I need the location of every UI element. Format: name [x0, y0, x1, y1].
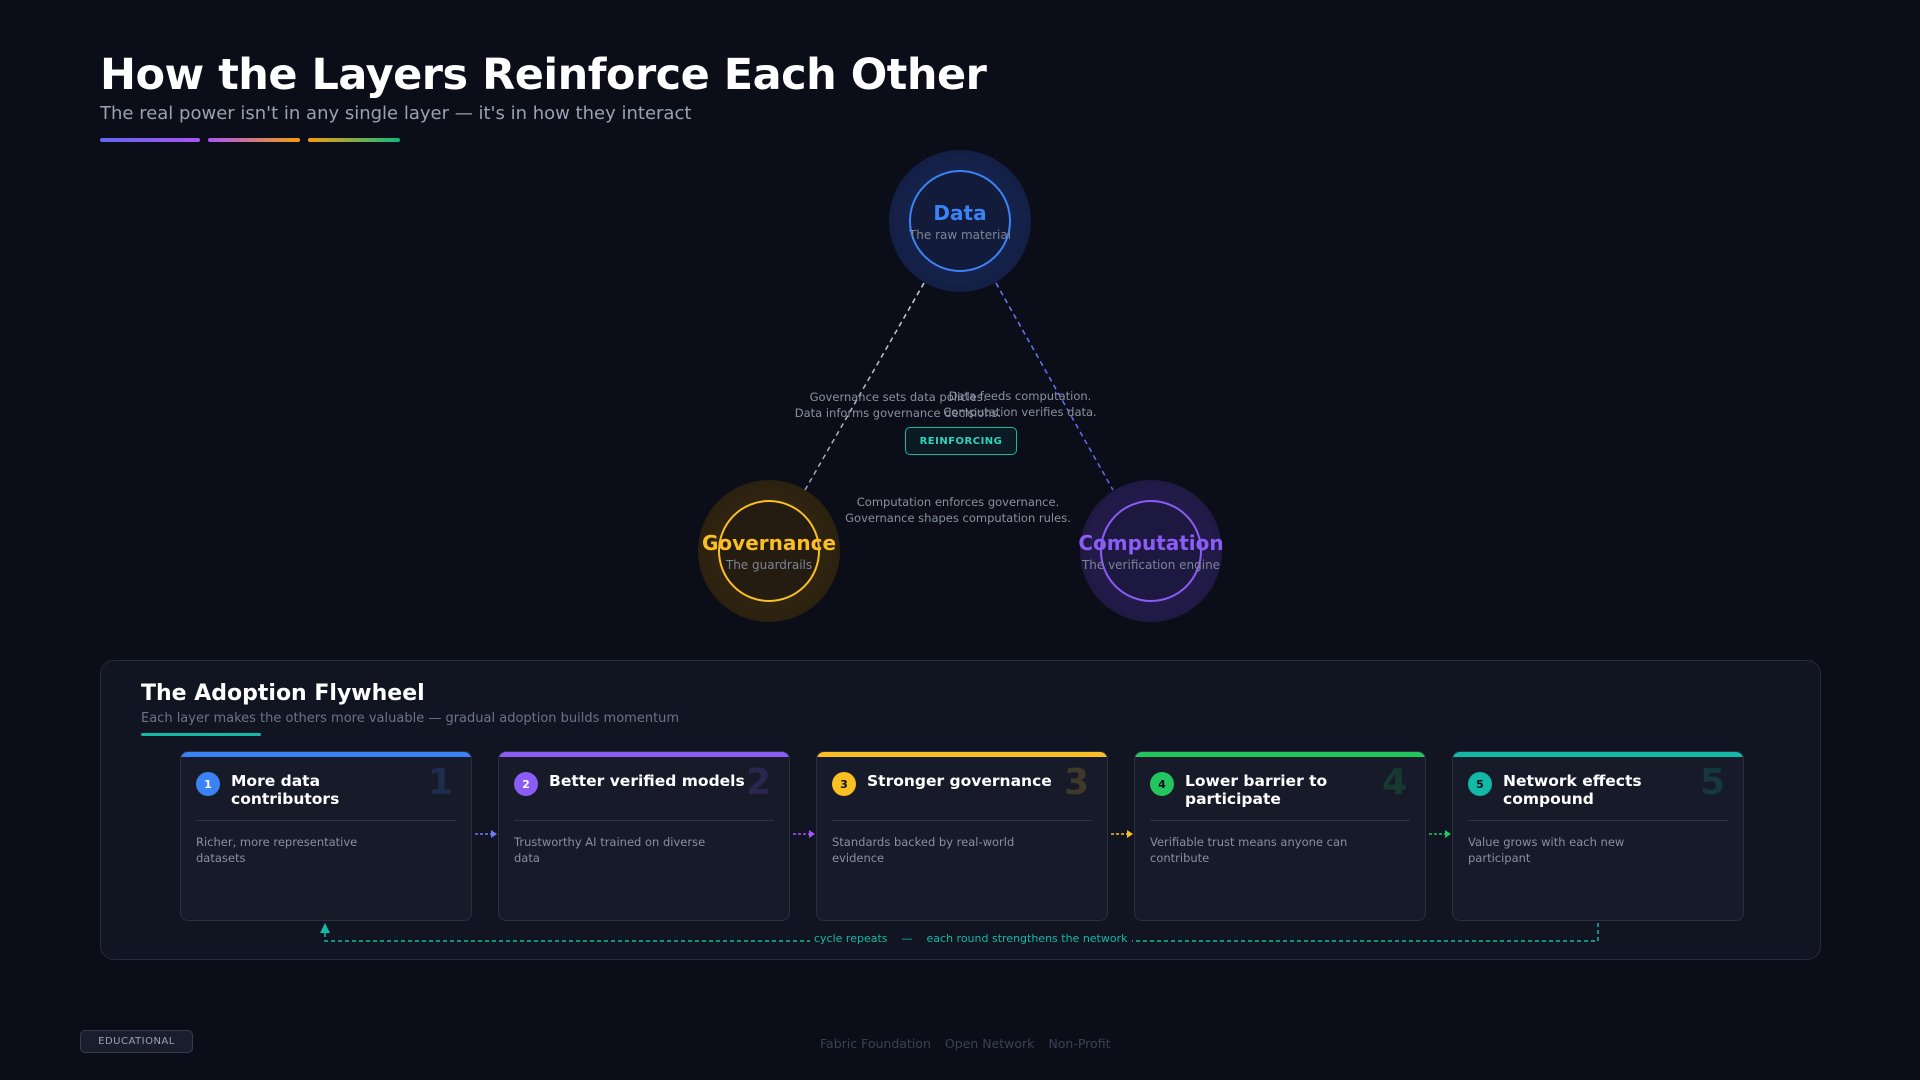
step-divider	[196, 820, 456, 821]
flywheel-underline	[141, 733, 261, 736]
arrow-right-icon	[1429, 830, 1451, 838]
step-number-badge: 3	[832, 772, 856, 796]
step-number-badge: 1	[196, 772, 220, 796]
flywheel-title: The Adoption Flywheel	[141, 681, 425, 706]
node-data: Data The raw material	[889, 150, 1031, 292]
edge-label-line: Data feeds computation.	[948, 389, 1092, 403]
flywheel-step-3: 3 Stronger governance 3 Standards backed…	[816, 751, 1108, 921]
step-color-bar	[1453, 752, 1743, 757]
step-description: Value grows with each new participant	[1468, 835, 1625, 865]
step-number-badge: 4	[1150, 772, 1174, 796]
step-description: Standards backed by real-world evidence	[832, 835, 1015, 865]
footer-item: Fabric Foundation	[820, 1036, 931, 1051]
footer-item: Open Network	[944, 1036, 1035, 1051]
node-computation: Computation The verification engine	[1078, 480, 1224, 622]
step-description: Trustworthy AI trained on diverse data	[514, 835, 706, 865]
step-description: Richer, more representative datasets	[196, 835, 358, 865]
flywheel-subtitle: Each layer makes the others more valuabl…	[141, 711, 680, 726]
cycle-label: cycle repeats — each round strengthens the…	[810, 932, 1132, 945]
step-title: Stronger governance	[867, 772, 1052, 790]
footer-meta: Fabric Foundation Open Network Non-Profi…	[820, 1036, 1110, 1051]
flywheel-step-4: 4 Lower barrier to participate 4 Verifia…	[1134, 751, 1426, 921]
step-divider	[832, 820, 1092, 821]
node-governance-sub: The guardrails	[725, 557, 813, 572]
layer-diagram: Data The raw material Governance The gua…	[0, 0, 1920, 640]
step-description: Verifiable trust means anyone can contri…	[1150, 835, 1348, 865]
edge-label-data-computation: Data feeds computation. Computation veri…	[943, 388, 1096, 420]
step-divider	[1150, 820, 1410, 821]
node-data-name: Data	[933, 200, 987, 225]
edge-data-computation	[995, 282, 1114, 491]
step-title: Lower barrier to participate	[1185, 772, 1328, 808]
flywheel-step-2: 2 Better verified models 2 Trustworthy A…	[498, 751, 790, 921]
footer-item: Non-Profit	[1048, 1036, 1111, 1051]
edge-label-computation-governance: Computation enforces governance. Governa…	[845, 494, 1071, 526]
edge-governance-data	[804, 282, 925, 491]
step-watermark-number: 2	[745, 762, 771, 803]
educational-badge: EDUCATIONAL	[80, 1030, 193, 1053]
arrow-right-icon	[475, 830, 497, 838]
arrow-right-icon	[793, 830, 815, 838]
node-governance: Governance The guardrails	[698, 480, 840, 622]
step-number-badge: 2	[514, 772, 538, 796]
step-number-badge: 5	[1468, 772, 1492, 796]
step-color-bar	[817, 752, 1107, 757]
cycle-label-a: cycle repeats	[814, 932, 888, 945]
edge-label-line: Governance shapes computation rules.	[845, 511, 1071, 525]
step-divider	[514, 820, 774, 821]
node-computation-sub: The verification engine	[1081, 557, 1221, 572]
arrow-right-icon	[1111, 830, 1133, 838]
step-color-bar	[1135, 752, 1425, 757]
step-watermark-number: 1	[427, 762, 453, 803]
step-watermark-number: 3	[1063, 762, 1089, 803]
node-computation-name: Computation	[1078, 530, 1224, 555]
step-title: Better verified models	[549, 772, 745, 790]
cycle-label-b: each round strengthens the network	[926, 932, 1128, 945]
edge-label-line: Computation verifies data.	[943, 405, 1097, 419]
step-divider	[1468, 820, 1728, 821]
node-governance-name: Governance	[702, 530, 837, 555]
step-title: More data contributors	[231, 772, 340, 808]
step-watermark-number: 4	[1381, 762, 1407, 803]
step-watermark-number: 5	[1699, 762, 1725, 803]
edge-label-line: Computation enforces governance.	[856, 495, 1060, 509]
reinforcing-badge: REINFORCING	[905, 427, 1017, 455]
step-title: Network effects compound	[1503, 772, 1642, 808]
node-data-sub: The raw material	[908, 227, 1012, 242]
arrow-up-icon	[320, 923, 330, 933]
diagram-connectors	[804, 282, 1114, 551]
flywheel-step-5: 5 Network effects compound 5 Value grows…	[1452, 751, 1744, 921]
step-color-bar	[181, 752, 471, 757]
step-color-bar	[499, 752, 789, 757]
flywheel-step-1: 1 More data contributors 1 Richer, more …	[180, 751, 472, 921]
flywheel-panel: The Adoption Flywheel Each layer makes t…	[100, 660, 1821, 960]
